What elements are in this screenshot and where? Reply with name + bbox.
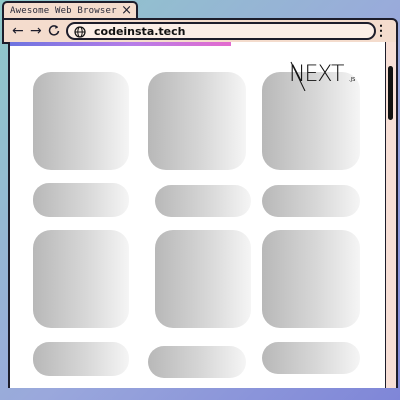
skeleton-card <box>155 230 251 328</box>
arrow-right-icon[interactable]: → <box>30 22 42 40</box>
arrow-left-icon[interactable]: ← <box>12 22 24 40</box>
skeleton-line <box>33 342 129 376</box>
browser-toolbar: ← → codeinsta.tech ⋮ <box>2 18 398 44</box>
reload-icon[interactable] <box>48 24 60 36</box>
loading-progress-bar <box>10 42 231 46</box>
skeleton-line <box>262 342 360 374</box>
page-viewport <box>8 42 398 388</box>
skeleton-card <box>262 230 360 328</box>
globe-icon <box>74 26 86 38</box>
skeleton-card <box>33 230 129 328</box>
skeleton-line <box>262 185 360 217</box>
tab-title: Awesome Web Browser <box>10 6 117 16</box>
logo-suffix: .JS <box>349 77 355 83</box>
address-bar[interactable]: codeinsta.tech <box>66 22 376 40</box>
skeleton-line <box>155 185 251 217</box>
skeleton-card <box>148 72 246 170</box>
vertical-dots-icon[interactable]: ⋮ <box>374 23 388 37</box>
skeleton-line <box>148 346 246 378</box>
nextjs-logo: NEXT .JS <box>289 61 355 91</box>
close-icon[interactable]: × <box>121 3 132 18</box>
scrollbar-thumb[interactable] <box>388 66 393 120</box>
vertical-scrollbar[interactable] <box>385 42 396 388</box>
url-text: codeinsta.tech <box>94 25 186 38</box>
skeleton-card <box>33 72 129 170</box>
skeleton-line <box>33 183 129 217</box>
